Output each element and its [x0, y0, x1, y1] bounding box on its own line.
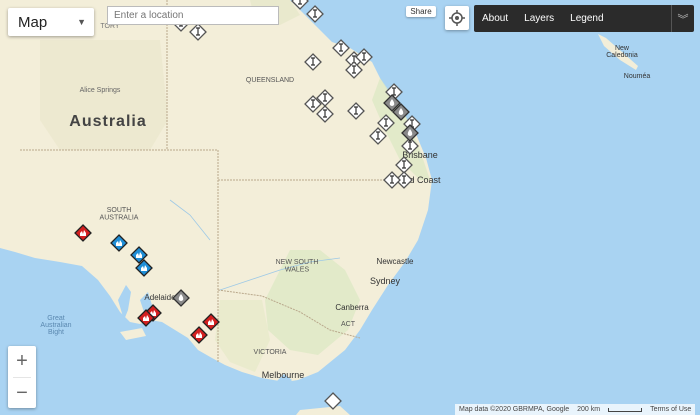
map-canvas[interactable]: AustraliaQUEENSLANDSOUTH AUSTRALIANEW SOU… — [0, 0, 700, 415]
map-label-sydney: Sydney — [370, 276, 401, 286]
scale-bar — [608, 407, 643, 412]
map-type-dropdown[interactable]: Map ▼ — [8, 8, 94, 36]
crosshair-icon — [449, 10, 465, 26]
top-menu-bar: About Layers Legend ︾ — [474, 5, 694, 32]
share-button[interactable]: Share — [406, 6, 436, 17]
map-label-queensland: QUEENSLAND — [246, 77, 294, 84]
menu-legend[interactable]: Legend — [562, 13, 611, 24]
map-label-act: ACT — [341, 321, 356, 328]
location-search-input[interactable] — [107, 6, 279, 25]
scale-label: 200 km — [577, 406, 601, 413]
map-attribution: Map data ©2020 GBRMPA, Google 200 km Ter… — [455, 404, 696, 415]
menu-about[interactable]: About — [474, 13, 516, 24]
map-type-label: Map — [18, 13, 48, 31]
zoom-in-button[interactable]: + — [8, 346, 36, 377]
chevron-down-icon: ▼ — [77, 17, 86, 27]
map-label-australia: Australia — [69, 113, 146, 130]
locate-button[interactable] — [445, 6, 469, 30]
attribution-text: Map data ©2020 GBRMPA, Google — [459, 406, 570, 413]
map-label-adelaide: Adelaide — [144, 293, 176, 302]
map-label-victoria: VICTORIA — [254, 349, 287, 356]
menu-layers[interactable]: Layers — [516, 13, 562, 24]
map-label-newcastle: Newcastle — [377, 257, 414, 266]
zoom-out-button[interactable]: − — [8, 378, 36, 409]
collapse-chevron-icon[interactable]: ︾ — [671, 5, 694, 32]
map-label-canberra: Canberra — [335, 303, 369, 312]
zoom-controls: + − — [8, 346, 36, 408]
terms-link[interactable]: Terms of Use — [650, 406, 691, 413]
terrain-patch — [40, 40, 168, 150]
map-label-noumea: Nouméa — [624, 73, 651, 80]
map-label-melbourne: Melbourne — [262, 370, 305, 380]
map-label-alice-springs: Alice Springs — [80, 87, 121, 94]
